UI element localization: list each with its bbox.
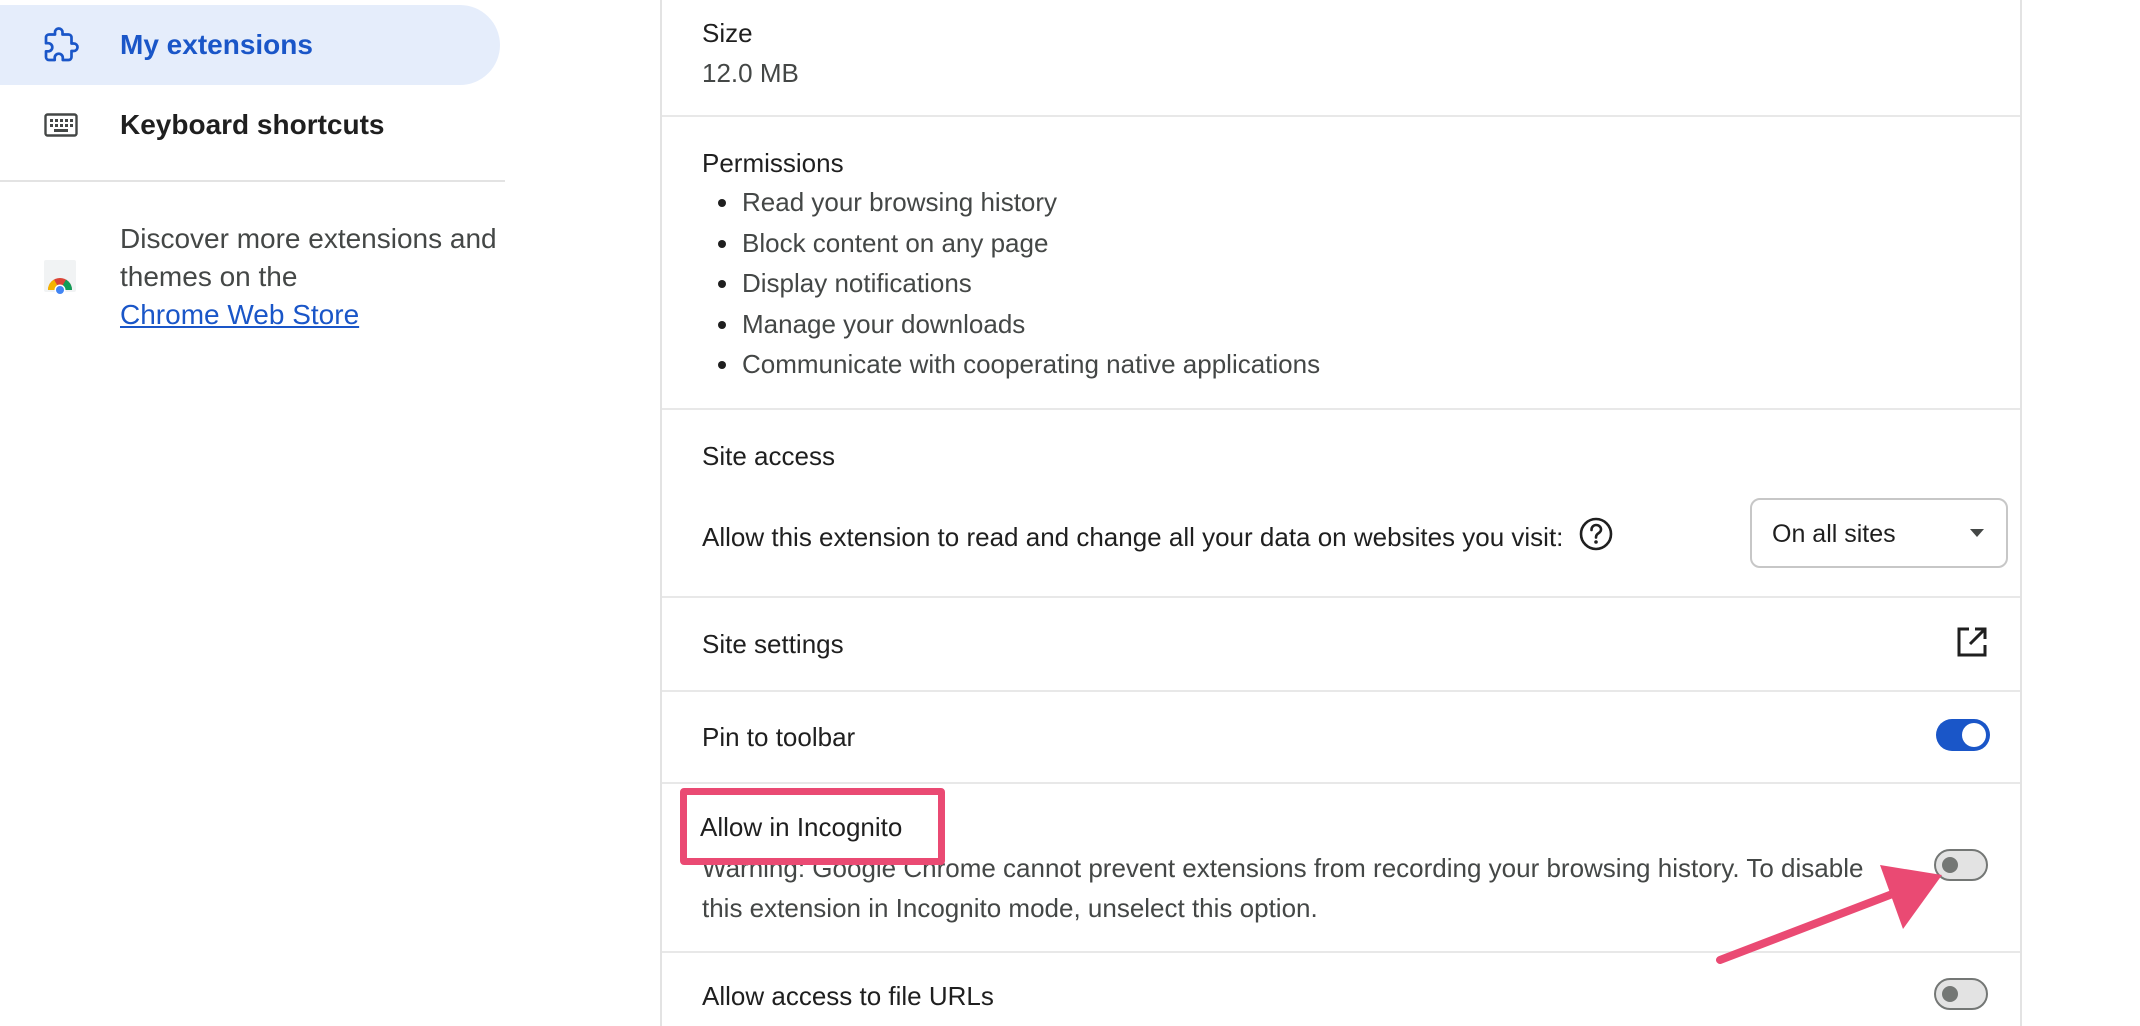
sidebar-item-my-extensions[interactable]: My extensions: [0, 5, 500, 85]
allow-file-urls-toggle[interactable]: [1934, 978, 1988, 1010]
sidebar-item-label: My extensions: [120, 29, 313, 60]
discover-text: Discover more extensions and themes on t…: [120, 220, 500, 334]
keyboard-icon: [40, 104, 82, 146]
incognito-label: Allow in Incognito: [700, 812, 903, 842]
extension-puzzle-icon: [40, 24, 82, 66]
extension-details-card: Size 12.0 MB Permissions Read your brows…: [660, 0, 2022, 1026]
sidebar-item-keyboard-shortcuts[interactable]: Keyboard shortcuts: [0, 85, 500, 165]
chrome-web-store-link[interactable]: Chrome Web Store: [120, 299, 359, 330]
file-urls-row: Allow access to file URLs: [662, 953, 2020, 1026]
discover-description: Discover more extensions and themes on t…: [120, 223, 497, 292]
toggle-knob: [1942, 857, 1958, 873]
sidebar-divider: [0, 180, 505, 182]
file-urls-label: Allow access to file URLs: [702, 981, 994, 1011]
chrome-web-store-icon: [40, 256, 80, 296]
allow-incognito-toggle[interactable]: [1934, 849, 1988, 881]
sidebar-item-label: Keyboard shortcuts: [120, 109, 385, 140]
toggle-knob: [1942, 986, 1958, 1002]
sidebar: My extensions Keyboard shortcuts Discove…: [0, 0, 505, 1026]
